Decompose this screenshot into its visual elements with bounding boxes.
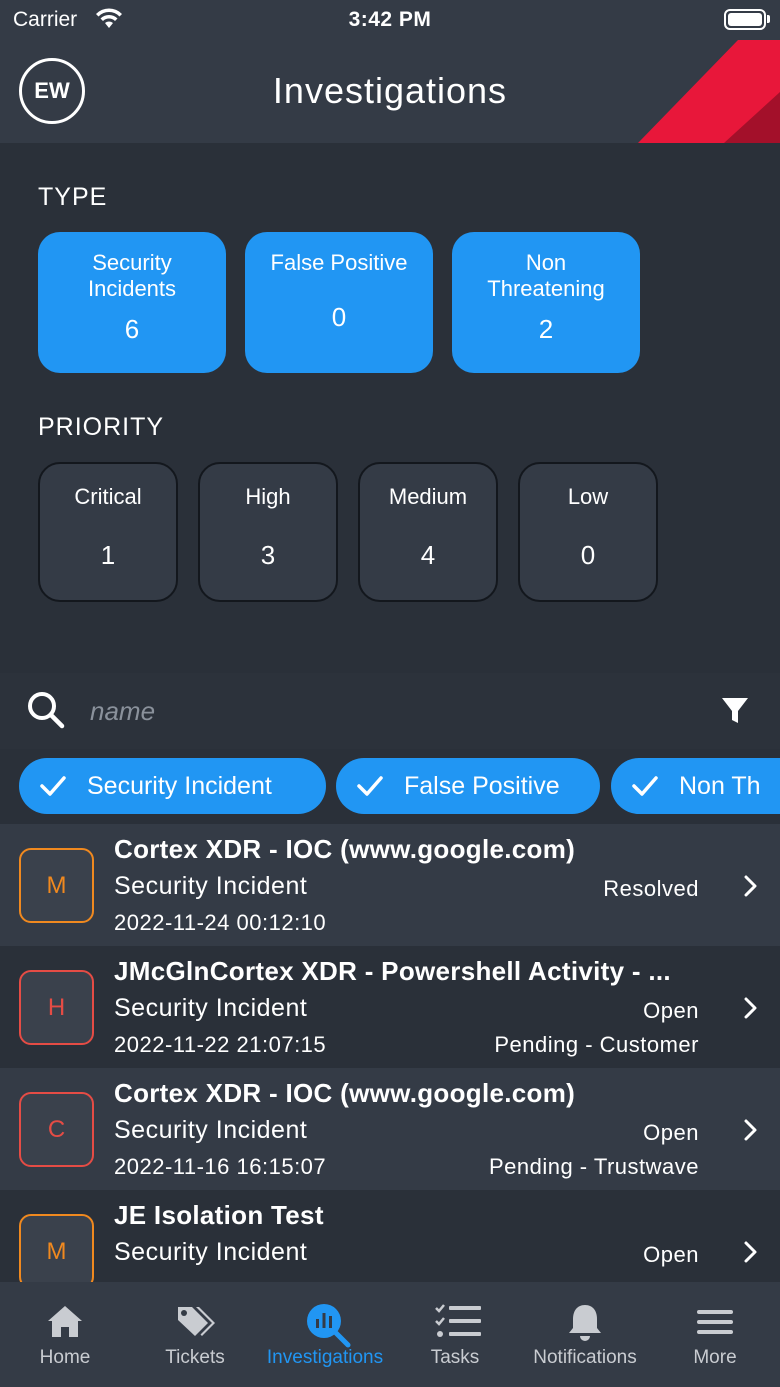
type-card-security-incidents[interactable]: Security Incidents 6 xyxy=(38,232,226,373)
chevron-right-icon xyxy=(744,997,757,1019)
priority-badge: M xyxy=(19,848,94,923)
tab-label: Investigations xyxy=(266,1347,384,1368)
search-input[interactable] xyxy=(90,691,670,731)
checkmark-icon xyxy=(632,776,658,796)
checkmark-icon xyxy=(357,776,383,796)
tab-tickets[interactable]: Tickets xyxy=(130,1282,260,1387)
priority-card-low[interactable]: Low 0 xyxy=(518,462,658,602)
investigation-status: Open xyxy=(643,1120,699,1145)
type-section-label: TYPE xyxy=(38,183,108,211)
chevron-right-icon xyxy=(744,1119,757,1141)
investigation-row[interactable]: H JMcGlnCortex XDR - Powershell Activity… xyxy=(0,946,780,1068)
priority-card-medium[interactable]: Medium 4 xyxy=(358,462,498,602)
tab-more[interactable]: More xyxy=(650,1282,780,1387)
investigation-type: Security Incident xyxy=(114,1116,308,1144)
priority-card-label: Medium xyxy=(388,484,468,509)
filter-chip-security-incident[interactable]: Security Incident xyxy=(19,758,326,814)
tasks-icon xyxy=(435,1304,481,1337)
filter-chip-false-positive[interactable]: False Positive xyxy=(336,758,600,814)
tab-home[interactable]: Home xyxy=(0,1282,130,1387)
type-card-false-positive[interactable]: False Positive 0 xyxy=(245,232,433,373)
tab-label: More xyxy=(693,1347,737,1368)
brand-stripe-graphic xyxy=(638,40,780,143)
investigations-icon xyxy=(307,1304,351,1348)
tab-investigations[interactable]: Investigations xyxy=(260,1282,390,1387)
type-card-label: False Positive xyxy=(270,250,408,275)
investigation-status: Open xyxy=(643,1242,699,1267)
search-bar xyxy=(0,673,780,749)
investigation-date: 2022-11-22 21:07:15 xyxy=(114,1032,327,1057)
investigation-type: Security Incident xyxy=(114,994,308,1022)
tab-label: Home xyxy=(39,1347,91,1368)
investigation-title: JMcGlnCortex XDR - Powershell Activity -… xyxy=(114,956,671,986)
filter-chip-label: False Positive xyxy=(404,772,560,800)
type-card-count: 0 xyxy=(331,302,347,332)
investigation-type: Security Incident xyxy=(114,872,308,900)
investigation-row[interactable]: M Cortex XDR - IOC (www.google.com) Secu… xyxy=(0,824,780,946)
priority-card-label: Critical xyxy=(74,484,142,509)
chevron-right-icon xyxy=(744,875,757,897)
priority-card-count: 1 xyxy=(100,540,116,570)
investigation-list: M Cortex XDR - IOC (www.google.com) Secu… xyxy=(0,824,780,1282)
home-icon xyxy=(48,1306,82,1337)
type-card-count: 6 xyxy=(124,314,140,344)
filter-chip-label: Security Incident xyxy=(87,772,272,800)
status-bar: Carrier 3:42 PM xyxy=(0,0,780,40)
status-time: 3:42 PM xyxy=(348,8,432,31)
type-card-label: Non Threatening xyxy=(487,250,605,301)
menu-icon xyxy=(697,1310,733,1334)
app-header: EW Investigations xyxy=(0,40,780,143)
investigation-row[interactable]: M JE Isolation Test Security Incident Op… xyxy=(0,1190,780,1282)
priority-card-count: 3 xyxy=(260,540,276,570)
investigation-row[interactable]: C Cortex XDR - IOC (www.google.com) Secu… xyxy=(0,1068,780,1190)
priority-badge: M xyxy=(19,1214,94,1282)
filter-icon[interactable] xyxy=(720,696,750,726)
filter-chips-row: Security Incident False Positive Non Th xyxy=(0,749,780,824)
priority-card-label: Low xyxy=(567,484,609,509)
type-card-non-threatening[interactable]: Non Threatening 2 xyxy=(452,232,640,373)
checkmark-icon xyxy=(40,776,66,796)
tab-notifications[interactable]: Notifications xyxy=(520,1282,650,1387)
type-card-label: Security Incidents xyxy=(87,250,177,301)
tab-label: Tasks xyxy=(430,1347,480,1368)
tags-icon xyxy=(178,1307,215,1336)
priority-card-count: 4 xyxy=(420,540,436,570)
investigation-status: Open xyxy=(643,998,699,1023)
chevron-right-icon xyxy=(744,1241,757,1263)
investigation-substatus: Pending - Trustwave xyxy=(488,1154,699,1179)
investigation-title: Cortex XDR - IOC (www.google.com) xyxy=(114,1078,576,1108)
bell-icon xyxy=(569,1305,601,1341)
bottom-tab-bar: Home Tickets Investigations Tasks Notifi… xyxy=(0,1282,780,1387)
tab-label: Notifications xyxy=(533,1347,637,1368)
investigation-title: Cortex XDR - IOC (www.google.com) xyxy=(114,834,576,864)
battery-icon xyxy=(724,9,766,30)
investigation-type: Security Incident xyxy=(114,1238,308,1266)
type-card-count: 2 xyxy=(538,314,554,344)
priority-card-label: High xyxy=(245,484,291,509)
priority-badge: C xyxy=(19,1092,94,1167)
investigation-substatus: Pending - Customer xyxy=(494,1032,699,1057)
filter-chip-non-threatening[interactable]: Non Th xyxy=(611,758,780,814)
investigation-title: JE Isolation Test xyxy=(114,1200,324,1230)
search-icon xyxy=(28,692,65,729)
priority-card-critical[interactable]: Critical 1 xyxy=(38,462,178,602)
tab-tasks[interactable]: Tasks xyxy=(390,1282,520,1387)
battery-tip xyxy=(767,15,770,23)
investigation-date: 2022-11-16 16:15:07 xyxy=(114,1154,327,1179)
investigation-date: 2022-11-24 00:12:10 xyxy=(114,910,327,935)
investigation-status: Resolved xyxy=(603,876,699,901)
priority-section-label: PRIORITY xyxy=(38,413,165,441)
priority-card-count: 0 xyxy=(580,540,596,570)
filter-chip-label: Non Th xyxy=(679,772,761,800)
tab-label: Tickets xyxy=(165,1347,225,1368)
priority-badge: H xyxy=(19,970,94,1045)
priority-card-high[interactable]: High 3 xyxy=(198,462,338,602)
